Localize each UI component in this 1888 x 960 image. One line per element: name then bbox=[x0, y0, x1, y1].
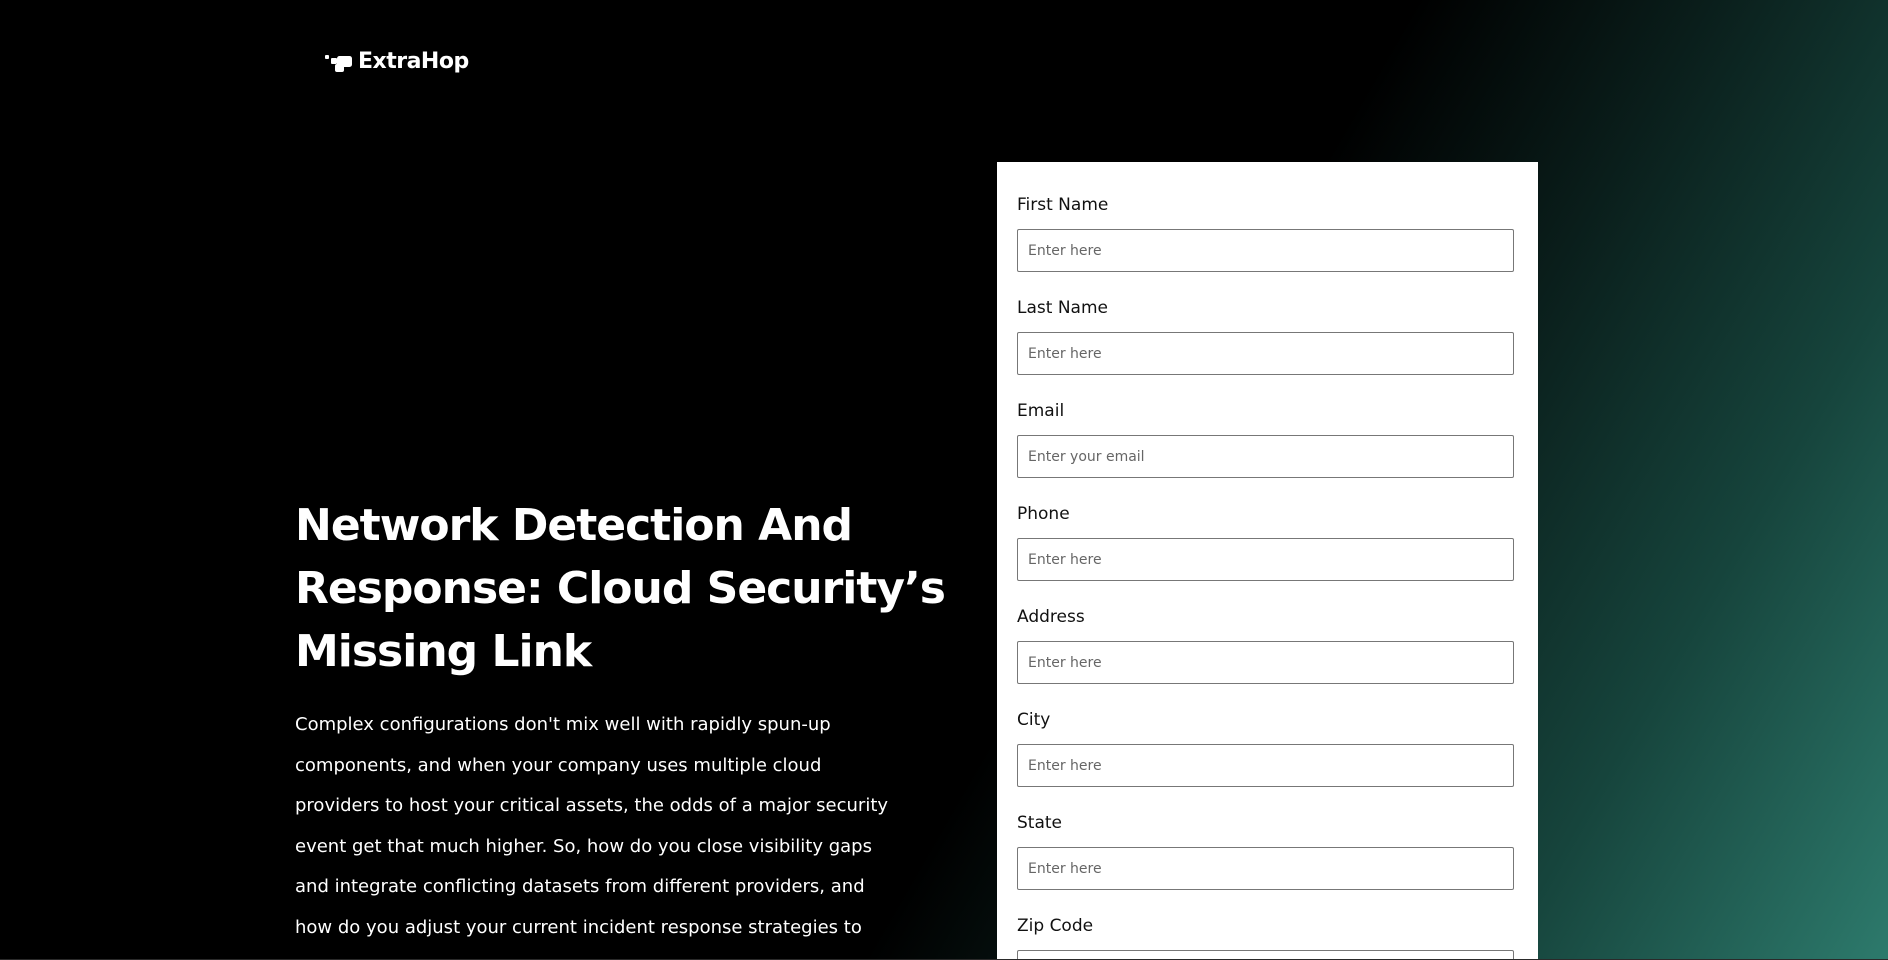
phone-label: Phone bbox=[1017, 504, 1070, 524]
brand-name: ExtraHop bbox=[358, 49, 469, 74]
email-field: Email bbox=[1017, 401, 1514, 478]
email-label: Email bbox=[1017, 401, 1065, 421]
email-input[interactable] bbox=[1017, 435, 1514, 478]
first-name-field: First Name bbox=[1017, 195, 1514, 272]
registration-form: First Name Last Name Email Phone Address… bbox=[997, 162, 1538, 960]
phone-field: Phone bbox=[1017, 504, 1514, 581]
state-field: State bbox=[1017, 813, 1514, 890]
zip-code-label: Zip Code bbox=[1017, 916, 1094, 936]
page-title: Network Detection And Response: Cloud Se… bbox=[295, 500, 946, 677]
zip-code-field: Zip Code bbox=[1017, 916, 1514, 960]
last-name-input[interactable] bbox=[1017, 332, 1514, 375]
city-field: City bbox=[1017, 710, 1514, 787]
extrahop-logo-icon bbox=[324, 50, 354, 74]
last-name-label: Last Name bbox=[1017, 298, 1108, 318]
brand-logo[interactable]: ExtraHop bbox=[324, 50, 469, 74]
hero-section: Network Detection And Response: Cloud Se… bbox=[295, 494, 955, 960]
address-field: Address bbox=[1017, 607, 1514, 684]
first-name-input[interactable] bbox=[1017, 229, 1514, 272]
state-label: State bbox=[1017, 813, 1062, 833]
phone-input[interactable] bbox=[1017, 538, 1514, 581]
address-input[interactable] bbox=[1017, 641, 1514, 684]
landing-page: ExtraHop Network Detection And Response:… bbox=[0, 0, 1888, 960]
hero-description: Complex configurations don't mix well wi… bbox=[295, 714, 889, 960]
city-label: City bbox=[1017, 710, 1051, 730]
city-input[interactable] bbox=[1017, 744, 1514, 787]
state-input[interactable] bbox=[1017, 847, 1514, 890]
first-name-label: First Name bbox=[1017, 195, 1109, 215]
last-name-field: Last Name bbox=[1017, 298, 1514, 375]
address-label: Address bbox=[1017, 607, 1085, 627]
